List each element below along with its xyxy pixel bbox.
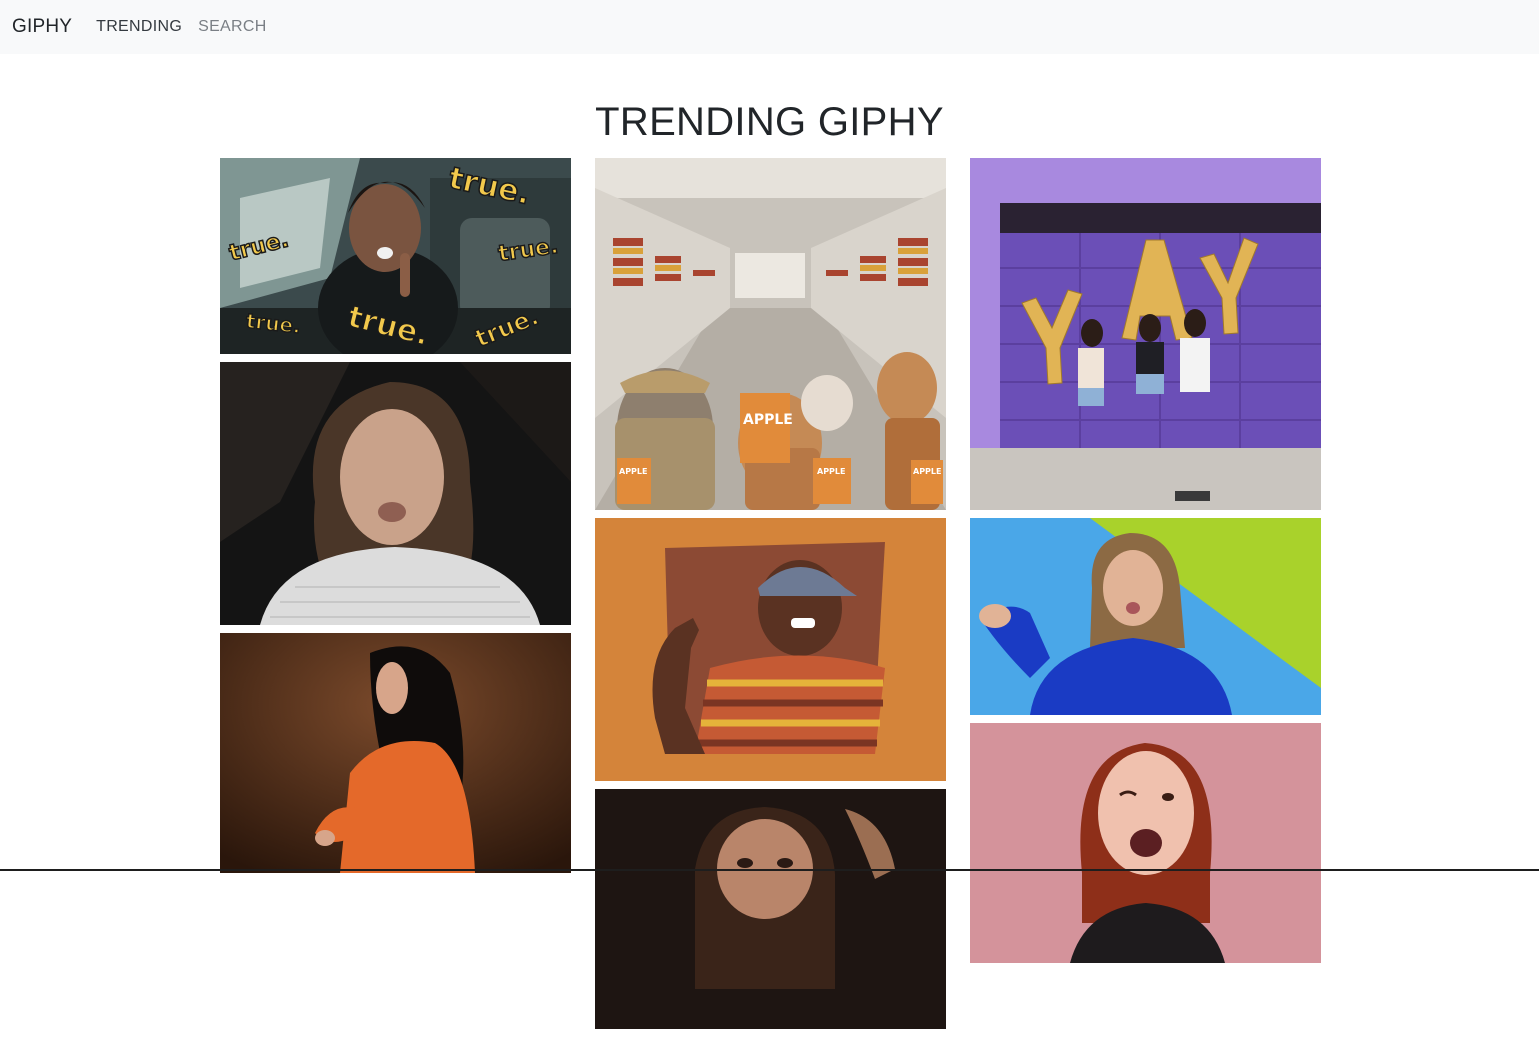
true-text-overlay: true. true. true. true. true. true. [226, 160, 561, 354]
gif-image [595, 518, 946, 781]
gif-image [220, 362, 571, 625]
gif-card[interactable]: true. true. true. true. true. true. [220, 158, 571, 354]
gif-column-1: true. true. true. true. true. true. [220, 158, 571, 881]
overlay-word: APPLE [817, 467, 845, 476]
gif-card[interactable] [595, 789, 946, 1029]
nav-link-trending[interactable]: TRENDING [96, 18, 182, 36]
overlay-word: APPLE [913, 467, 941, 476]
gif-card[interactable] [595, 518, 946, 781]
overlay-word: true. [344, 299, 432, 353]
top-navbar: GIPHY TRENDING SEARCH [0, 0, 1539, 54]
overlay-word: true. [227, 227, 292, 266]
overlay-word: true. [446, 161, 534, 212]
nav-link-search[interactable]: SEARCH [198, 18, 266, 36]
gif-card[interactable]: APPLE APPLE APPLE APPLE [595, 158, 946, 510]
overlay-word: APPLE [619, 467, 647, 476]
brand-link[interactable]: GIPHY [12, 16, 72, 38]
gif-card[interactable] [970, 723, 1321, 963]
gif-card[interactable] [220, 633, 571, 873]
overlay-word: A [1140, 291, 1147, 300]
overlay-word: true. [497, 234, 560, 267]
gif-column-3: Y A Y [970, 158, 1321, 971]
gif-image [970, 518, 1321, 715]
gif-image [970, 723, 1321, 963]
overlay-word: Y [1029, 351, 1036, 360]
overlay-word: true. [245, 309, 302, 339]
page-title: TRENDING GIPHY [595, 100, 944, 144]
overlay-word: Y [1214, 271, 1221, 280]
overlay-word: true. [471, 302, 542, 353]
gif-image [220, 633, 571, 873]
gif-card[interactable] [970, 518, 1321, 715]
gif-card[interactable]: Y A Y [970, 158, 1321, 510]
yay-text-overlay: Y A Y [970, 158, 1321, 510]
gif-image: APPLE APPLE APPLE APPLE [595, 158, 946, 510]
gif-card[interactable] [220, 362, 571, 625]
gif-column-2: APPLE APPLE APPLE APPLE [595, 158, 946, 1037]
overlay-word: APPLE [743, 412, 793, 428]
gif-image [595, 789, 946, 1029]
